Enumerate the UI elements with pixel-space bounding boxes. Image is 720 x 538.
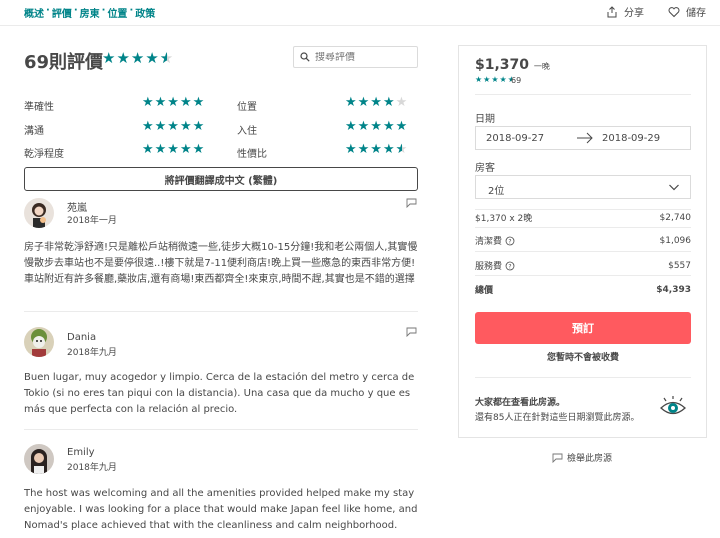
nav-link-host[interactable]: 房東 bbox=[80, 5, 100, 20]
translate-reviews-button[interactable]: 將評價翻譯成中文 (繁體) bbox=[24, 167, 418, 191]
heart-icon bbox=[668, 6, 680, 17]
category-checkin-stars: ★★★★★ bbox=[345, 119, 409, 134]
category-location-stars: ★★★★★ bbox=[345, 95, 409, 110]
share-label: 分享 bbox=[624, 8, 644, 19]
date-range-picker: 2018-09-27 2018-09-29 bbox=[475, 126, 691, 150]
checkout-date[interactable]: 2018-09-29 bbox=[602, 133, 660, 144]
category-cleanliness-label: 乾淨程度 bbox=[24, 149, 64, 160]
reviewer-name[interactable]: Dania bbox=[67, 332, 96, 343]
avatar[interactable] bbox=[24, 327, 54, 357]
review-item: 苑嵐 2018年一月 房子非常乾淨舒適!只是離松戶站稍微遠一些,徒步大概10-1… bbox=[24, 198, 418, 308]
section-links: 概述 · 評價 · 房東 · 位置 · 政策 bbox=[24, 5, 156, 20]
panel-divider bbox=[475, 209, 691, 210]
review-text: 房子非常乾淨舒適!只是離松戶站稍微遠一些,徒步大概10-15分鐘!我和老公兩個人… bbox=[24, 242, 418, 285]
nightly-price: $1,370 一晚 bbox=[475, 57, 550, 73]
panel-divider bbox=[475, 251, 691, 252]
review-search-box[interactable] bbox=[293, 46, 418, 68]
category-value-label: 性價比 bbox=[237, 149, 267, 160]
guests-value: 2位 bbox=[488, 186, 505, 197]
top-nav: 概述 · 評價 · 房東 · 位置 · 政策 分享 儲存 bbox=[0, 0, 720, 26]
price-line-cleaning: 清潔費 ? $1,096 bbox=[475, 234, 692, 248]
reserve-button[interactable]: 預訂 bbox=[475, 312, 691, 344]
eye-icon bbox=[660, 396, 686, 415]
guests-select[interactable]: 2位 bbox=[475, 175, 691, 199]
panel-divider bbox=[475, 377, 691, 378]
avatar[interactable] bbox=[24, 198, 54, 228]
category-checkin-label: 入住 bbox=[237, 126, 257, 137]
category-location-label: 位置 bbox=[237, 102, 257, 113]
price-line-label: 清潔費 bbox=[475, 237, 503, 247]
nav-link-location[interactable]: 位置 bbox=[107, 5, 127, 20]
category-value-stars: ★★★★★★ bbox=[345, 142, 409, 157]
reviewer-name[interactable]: Emily bbox=[67, 447, 95, 458]
review-date: 2018年一月 bbox=[67, 216, 117, 226]
guests-label: 房客 bbox=[475, 163, 495, 174]
share-button[interactable]: 分享 bbox=[606, 4, 644, 19]
price-line-label: 總價 bbox=[475, 286, 494, 296]
reviews-title: 69則評價 bbox=[24, 52, 104, 73]
price-line-service: 服務費 ? $557 bbox=[475, 259, 691, 273]
category-accuracy-label: 準確性 bbox=[24, 102, 54, 113]
dates-label: 日期 bbox=[475, 114, 495, 125]
price-line-total: 總價 $4,393 bbox=[475, 283, 691, 297]
panel-divider bbox=[475, 227, 691, 228]
save-label: 儲存 bbox=[686, 8, 706, 19]
review-text: The host was welcoming and all the ameni… bbox=[24, 488, 418, 531]
popular-title: 大家都在查看此房源。 bbox=[475, 398, 566, 408]
flag-icon[interactable] bbox=[406, 198, 417, 208]
review-item: Emily 2018年九月 The host was welcoming and… bbox=[24, 444, 418, 538]
avatar[interactable] bbox=[24, 444, 54, 474]
review-date: 2018年九月 bbox=[67, 348, 117, 358]
search-icon bbox=[300, 52, 310, 62]
review-date: 2018年九月 bbox=[67, 463, 117, 473]
review-item: Dania 2018年九月 Buen lugar, muy acogedor y… bbox=[24, 327, 418, 422]
no-charge-note: 您暫時不會被收費 bbox=[546, 353, 619, 363]
price-amount: $1,370 bbox=[475, 57, 530, 73]
chevron-down-icon bbox=[669, 184, 679, 191]
share-icon bbox=[607, 5, 617, 17]
svg-text:?: ? bbox=[508, 238, 511, 245]
booking-panel: $1,370 一晚 ★★★★★★ 69 日期 2018-09-27 2018-0… bbox=[458, 45, 707, 438]
panel-rating-stars: ★★★★★★ bbox=[475, 75, 516, 84]
popular-subtitle: 還有85人正在針對這些日期瀏覽此房源。 bbox=[475, 413, 640, 423]
report-listing-link[interactable]: 檢舉此房源 bbox=[552, 451, 612, 464]
flag-icon bbox=[552, 453, 563, 463]
price-line-label: $1,370 x 2晚 bbox=[475, 214, 533, 224]
price-line-label: 服務費 bbox=[475, 262, 503, 272]
category-communication-stars: ★★★★★ bbox=[142, 119, 206, 134]
price-line-amount: $2,740 bbox=[659, 212, 692, 223]
arrow-right-icon bbox=[577, 132, 593, 144]
panel-divider bbox=[475, 275, 691, 276]
reviewer-name[interactable]: 苑嵐 bbox=[67, 199, 87, 214]
price-per-night: 一晚 bbox=[533, 62, 550, 71]
review-divider bbox=[24, 311, 418, 312]
info-icon[interactable]: ? bbox=[505, 236, 515, 246]
price-line-amount: $557 bbox=[668, 260, 691, 271]
category-communication-label: 溝通 bbox=[24, 126, 44, 137]
checkin-date[interactable]: 2018-09-27 bbox=[486, 133, 544, 144]
review-text: Buen lugar, muy acogedor y limpio. Cerca… bbox=[24, 372, 415, 415]
info-icon[interactable]: ? bbox=[505, 261, 515, 271]
panel-review-count[interactable]: 69 bbox=[511, 76, 521, 85]
svg-text:?: ? bbox=[508, 263, 511, 270]
nav-link-reviews[interactable]: 評價 bbox=[52, 5, 72, 20]
review-divider bbox=[24, 429, 418, 430]
search-input[interactable] bbox=[315, 51, 415, 63]
category-accuracy-stars: ★★★★★ bbox=[142, 95, 206, 110]
price-line-amount: $4,393 bbox=[656, 284, 691, 295]
price-line-nights: $1,370 x 2晚 $2,740 bbox=[475, 211, 692, 225]
flag-icon[interactable] bbox=[406, 327, 417, 337]
category-cleanliness-stars: ★★★★★ bbox=[142, 142, 206, 157]
nav-link-policies[interactable]: 政策 bbox=[135, 5, 155, 20]
panel-divider bbox=[475, 94, 691, 95]
save-button[interactable]: 儲存 bbox=[668, 4, 706, 19]
price-line-amount: $1,096 bbox=[659, 235, 692, 246]
nav-link-overview[interactable]: 概述 bbox=[24, 5, 44, 20]
overall-rating-stars: ★★★★★★ bbox=[102, 49, 175, 67]
report-label: 檢舉此房源 bbox=[567, 454, 613, 464]
